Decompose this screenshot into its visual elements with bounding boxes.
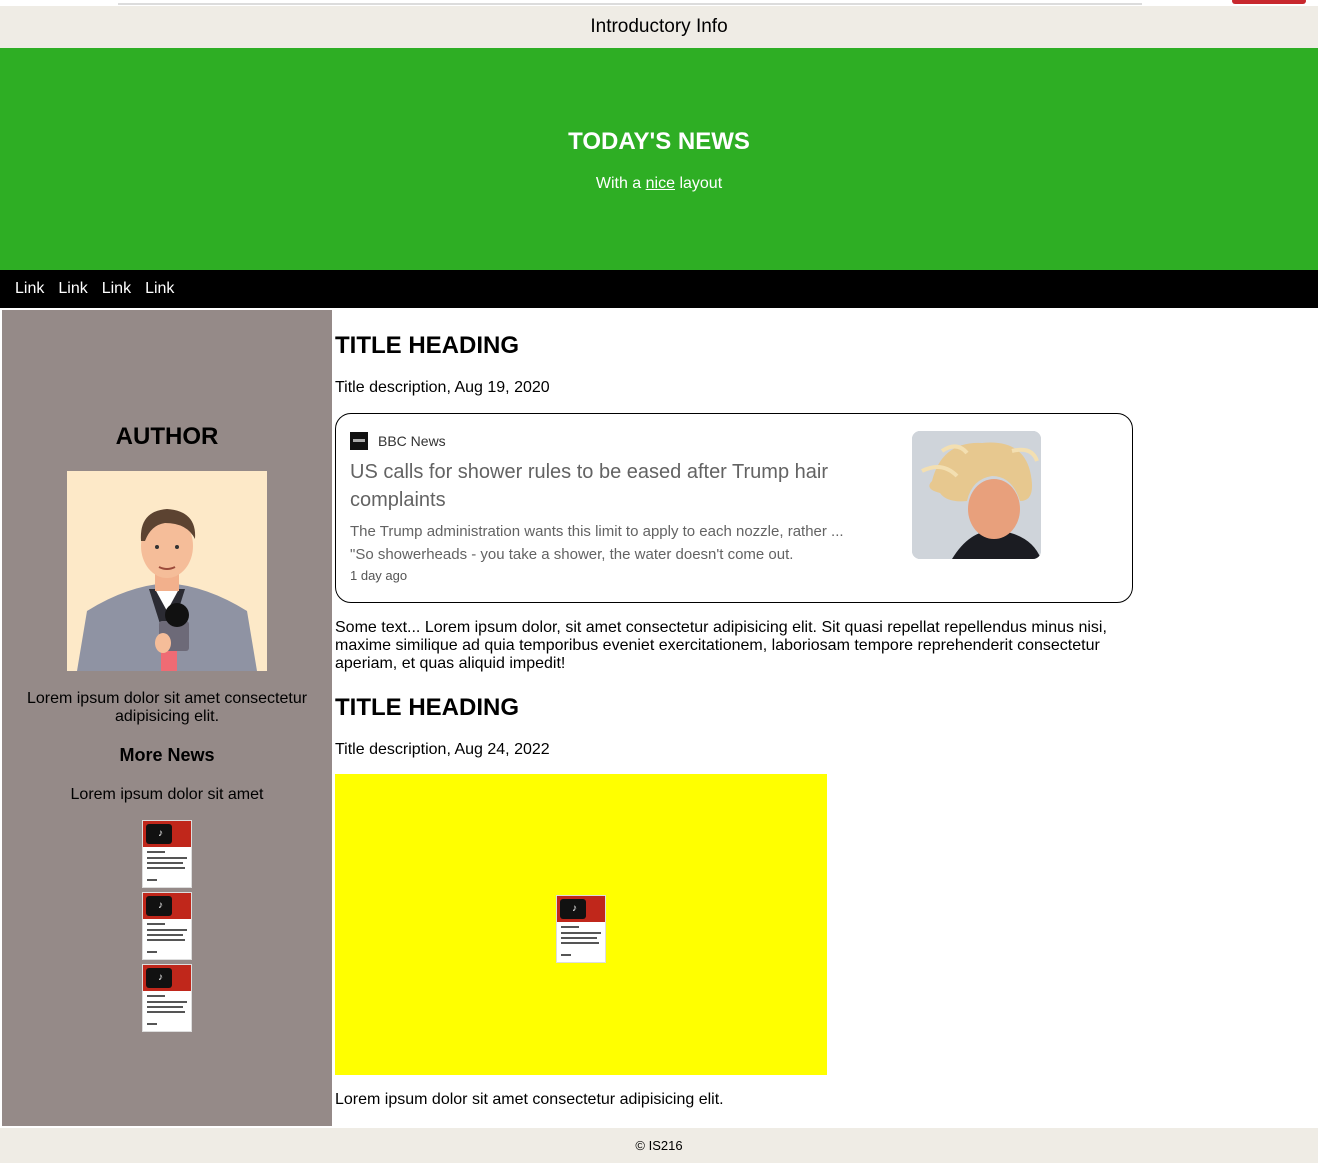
- more-news-heading: More News: [119, 745, 215, 765]
- thumbnail-line: [147, 995, 165, 997]
- news-timestamp: 1 day ago: [350, 568, 408, 583]
- news-thumbnail[interactable]: ♪: [142, 964, 192, 1032]
- footer-copyright: © IS216: [635, 1138, 683, 1153]
- thumbnail-line: [147, 939, 185, 941]
- article-2-description: Title description, Aug 24, 2022: [335, 741, 550, 758]
- news-source-name: BBC News: [378, 433, 446, 449]
- tiktok-icon: ♪: [146, 896, 172, 916]
- top-red-button[interactable]: [1232, 0, 1306, 4]
- article-1-description: Title description, Aug 19, 2020: [335, 379, 550, 396]
- article-1-title: TITLE HEADING: [335, 332, 519, 359]
- news-thumbnail[interactable]: ♪: [142, 892, 192, 960]
- tiktok-icon: ♪: [146, 824, 172, 844]
- tiktok-icon: ♪: [146, 968, 172, 988]
- news-source: BBC News: [350, 432, 446, 450]
- tiktok-icon: ♪: [560, 899, 586, 919]
- page-footer: © IS216: [0, 1128, 1318, 1163]
- thumbnail-line: [147, 929, 187, 931]
- author-heading: AUTHOR: [115, 423, 219, 450]
- hero-subtitle-text-2: layout: [675, 175, 723, 192]
- news-snippet: The Trump administration wants this limi…: [350, 520, 900, 566]
- thumbnail-line: [147, 1001, 187, 1003]
- news-thumbnail[interactable]: ♪: [556, 895, 606, 963]
- nav-link-2[interactable]: Link: [51, 280, 94, 298]
- thumbnail-line: [561, 926, 579, 928]
- hero-title: TODAY'S NEWS: [568, 128, 750, 155]
- thumbnail-line: [561, 932, 601, 934]
- thumbnail-line: [147, 1006, 183, 1008]
- thumbnail-line: [147, 857, 187, 859]
- article-1-body: Some text... Lorem ipsum dolor, sit amet…: [335, 619, 1107, 672]
- thumbnail-line: [147, 851, 165, 853]
- thumbnail-line: [147, 923, 165, 925]
- thumbnail-line: [147, 934, 183, 936]
- news-photo[interactable]: [912, 431, 1041, 559]
- news-headline[interactable]: US calls for shower rules to be eased af…: [350, 458, 890, 514]
- hero-subtitle-link[interactable]: nice: [646, 175, 675, 192]
- more-news-text: Lorem ipsum dolor sit amet: [70, 786, 264, 803]
- more-news-thumbnails: ♪ ♪ ♪: [142, 820, 192, 1036]
- thumbnail-line: [147, 867, 185, 869]
- hero-subtitle: With a nice layout: [0, 175, 1318, 193]
- top-nav: Link Link Link Link: [0, 270, 1318, 308]
- nav-link-1[interactable]: Link: [8, 280, 51, 298]
- intro-bar: Introductory Info: [0, 6, 1318, 48]
- thumbnail-line: [147, 879, 157, 881]
- news-snippet-line-1: The Trump administration wants this limi…: [350, 523, 844, 540]
- thumbnail-line: [147, 951, 157, 953]
- article-2-title: TITLE HEADING: [335, 694, 519, 721]
- thumbnail-line: [147, 862, 183, 864]
- news-card[interactable]: BBC News US calls for shower rules to be…: [335, 413, 1133, 603]
- thumbnail-line: [147, 1023, 157, 1025]
- thumbnail-line: [561, 954, 571, 956]
- thumbnail-line: [561, 942, 599, 944]
- thumbnail-line: [561, 937, 597, 939]
- news-thumbnail[interactable]: ♪: [142, 820, 192, 888]
- hero-subtitle-text-1: With a: [595, 175, 646, 192]
- intro-title: Introductory Info: [590, 16, 728, 37]
- author-bio: Lorem ipsum dolor sit amet consectetur a…: [26, 690, 308, 725]
- author-illustration: [67, 471, 267, 671]
- yellow-feature-box: ♪: [335, 774, 827, 1075]
- news-snippet-line-2: "So showerheads - you take a shower, the…: [350, 546, 794, 563]
- top-divider: [118, 3, 1142, 5]
- nav-link-4[interactable]: Link: [138, 280, 181, 298]
- bbc-logo-icon: [350, 432, 368, 450]
- hero-banner: TODAY'S NEWS With a nice layout: [0, 48, 1318, 270]
- article-2-body: Lorem ipsum dolor sit amet consectetur a…: [335, 1091, 724, 1108]
- author-sidebar: AUTHOR Lorem ipsum dolor sit amet consec…: [2, 310, 332, 1126]
- thumbnail-line: [147, 1011, 185, 1013]
- nav-link-3[interactable]: Link: [95, 280, 138, 298]
